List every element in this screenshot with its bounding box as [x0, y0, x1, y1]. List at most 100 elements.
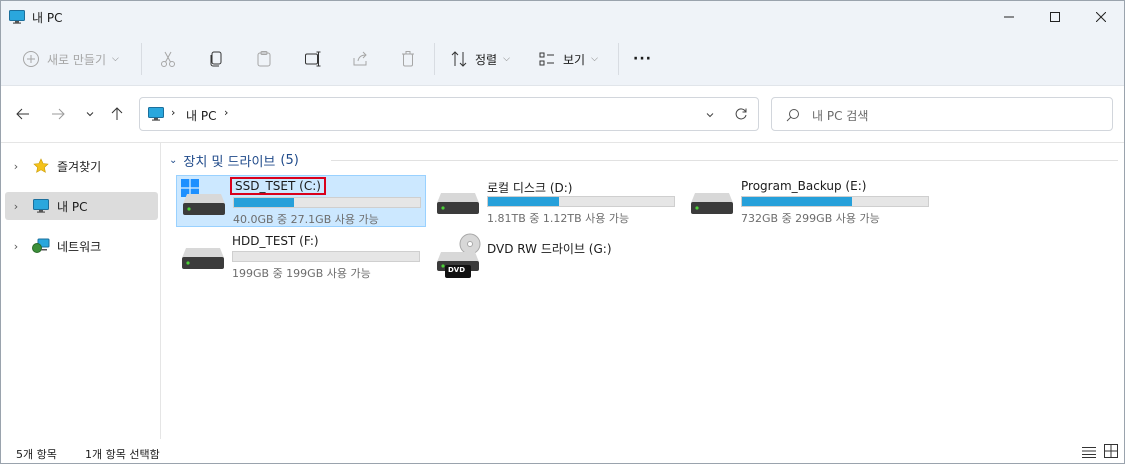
new-label: 새로 만들기: [47, 52, 107, 67]
maximize-icon: [1050, 12, 1060, 22]
drive-tile-d[interactable]: 로컬 디스크 (D:) 1.81TB 중 1.12TB 사용 가능: [431, 175, 681, 227]
share-icon: [353, 51, 367, 66]
breadcrumb-separator-icon: ›: [171, 106, 176, 119]
drive-name: SSD_TSET (C:): [230, 177, 326, 195]
new-button[interactable]: 새로 만들기 ⌵: [21, 45, 119, 73]
chevron-down-icon: ⌵: [591, 54, 598, 64]
group-count: (5): [280, 152, 299, 168]
breadcrumb-separator-icon: ›: [224, 106, 229, 119]
chevron-down-icon[interactable]: [705, 110, 715, 120]
arrow-left-icon: [16, 108, 29, 120]
more-icon: ···: [633, 51, 652, 67]
computer-icon: [33, 199, 49, 213]
copy-button[interactable]: [206, 45, 226, 73]
arrow-right-icon: [52, 108, 65, 120]
drive-usage-bar: [487, 196, 675, 207]
file-explorer-window: 내 PC 새로 만들기 ⌵ 정렬 ⌵ 보기 ⌵ ··· › 내 PC › 내 P…: [0, 0, 1125, 464]
chevron-down-icon: ⌵: [503, 54, 510, 64]
sidebar-item-this-pc[interactable]: › 내 PC: [5, 192, 158, 220]
clipboard-icon: [257, 51, 271, 67]
hard-drive-icon: [437, 193, 479, 214]
drive-usage-bar: [232, 251, 420, 262]
expand-chevron-icon[interactable]: ›: [5, 200, 27, 213]
star-icon: [33, 158, 49, 173]
details-view-icon[interactable]: [1082, 446, 1096, 458]
drive-usage-bar: [233, 197, 421, 208]
search-input[interactable]: 내 PC 검색: [812, 107, 868, 124]
item-count: 5개 항목: [16, 448, 57, 461]
toolbar-divider: [141, 43, 142, 75]
window-title: 내 PC: [32, 11, 63, 25]
chevron-down-icon: ⌵: [112, 54, 119, 64]
drive-usage-fill: [742, 197, 852, 206]
group-title: 장치 및 드라이브: [183, 154, 276, 170]
search-icon: [786, 109, 799, 122]
drive-name: DVD RW 드라이브 (G:): [487, 242, 612, 256]
drive-free-space: 199GB 중 199GB 사용 가능: [232, 267, 371, 280]
dvd-badge: DVD: [448, 266, 466, 274]
status-bar: 5개 항목 1개 항목 선택함: [1, 439, 1124, 463]
close-button[interactable]: [1078, 1, 1124, 33]
rename-icon: [305, 51, 321, 67]
view-button[interactable]: 보기 ⌵: [537, 45, 598, 73]
drive-usage-bar: [741, 196, 929, 207]
tiles-view-icon[interactable]: [1104, 444, 1118, 458]
forward-button[interactable]: [46, 102, 70, 126]
drive-tile-c[interactable]: SSD_TSET (C:) 40.0GB 중 27.1GB 사용 가능: [176, 175, 426, 227]
command-bar: 새로 만들기 ⌵ 정렬 ⌵ 보기 ⌵ ···: [1, 37, 1124, 81]
search-box[interactable]: 내 PC 검색: [771, 97, 1113, 131]
refresh-icon[interactable]: [734, 107, 748, 121]
view-list-icon: [539, 52, 554, 66]
paste-button[interactable]: [254, 45, 274, 73]
group-header-devices[interactable]: ⌄ 장치 및 드라이브 (5): [169, 151, 299, 170]
recent-locations-button[interactable]: [78, 102, 102, 126]
minimize-button[interactable]: [986, 1, 1032, 33]
up-button[interactable]: [105, 102, 129, 126]
drive-free-space: 732GB 중 299GB 사용 가능: [741, 212, 880, 225]
more-options-button[interactable]: ···: [633, 45, 652, 73]
plus-circle-icon: [23, 51, 39, 67]
drive-free-space: 40.0GB 중 27.1GB 사용 가능: [233, 213, 379, 226]
drive-usage-fill: [234, 198, 294, 207]
delete-button[interactable]: [398, 45, 418, 73]
sort-label: 정렬: [475, 52, 498, 67]
address-bar[interactable]: › 내 PC ›: [139, 97, 759, 131]
group-divider: [331, 160, 1118, 161]
toolbar-divider: [434, 43, 435, 75]
selection-count: 1개 항목 선택함: [85, 448, 160, 461]
drive-name: 로컬 디스크 (D:): [487, 181, 573, 195]
cut-button[interactable]: [158, 45, 178, 73]
title-bar: 내 PC: [1, 1, 1124, 33]
drive-tile-g[interactable]: DVD DVD RW 드라이브 (G:): [431, 230, 681, 282]
drive-name: Program_Backup (E:): [741, 179, 867, 193]
drive-tile-f[interactable]: HDD_TEST (F:) 199GB 중 199GB 사용 가능: [176, 230, 426, 282]
sidebar-item-label: 네트워크: [57, 239, 102, 254]
navigation-bar: › 내 PC › 내 PC 검색: [1, 85, 1124, 143]
collapse-chevron-icon[interactable]: ⌄: [169, 155, 177, 166]
back-button[interactable]: [11, 102, 35, 126]
hard-drive-icon: [183, 194, 225, 215]
breadcrumb-item[interactable]: 내 PC: [186, 107, 216, 124]
toolbar-divider: [618, 43, 619, 75]
maximize-button[interactable]: [1032, 1, 1078, 33]
share-button[interactable]: [350, 45, 370, 73]
minimize-icon: [1004, 16, 1014, 18]
close-icon: [1096, 12, 1106, 22]
rename-button[interactable]: [303, 45, 323, 73]
drive-free-space: 1.81TB 중 1.12TB 사용 가능: [487, 212, 630, 225]
arrow-up-icon: [111, 107, 123, 120]
scissors-icon: [161, 51, 175, 67]
chevron-down-icon: [86, 112, 94, 117]
trash-icon: [402, 51, 414, 67]
computer-icon: [148, 107, 164, 121]
sort-button[interactable]: 정렬 ⌵: [449, 45, 510, 73]
network-icon: [32, 238, 50, 253]
navigation-pane: › 즐겨찾기 › 내 PC › 네트워크: [1, 143, 161, 439]
sidebar-item-favorites[interactable]: › 즐겨찾기: [5, 152, 158, 180]
expand-chevron-icon[interactable]: ›: [5, 160, 27, 173]
drive-tile-e[interactable]: Program_Backup (E:) 732GB 중 299GB 사용 가능: [685, 175, 935, 227]
computer-icon: [9, 10, 25, 24]
drive-name: HDD_TEST (F:): [232, 234, 319, 248]
sidebar-item-network[interactable]: › 네트워크: [5, 232, 158, 260]
expand-chevron-icon[interactable]: ›: [5, 240, 27, 253]
